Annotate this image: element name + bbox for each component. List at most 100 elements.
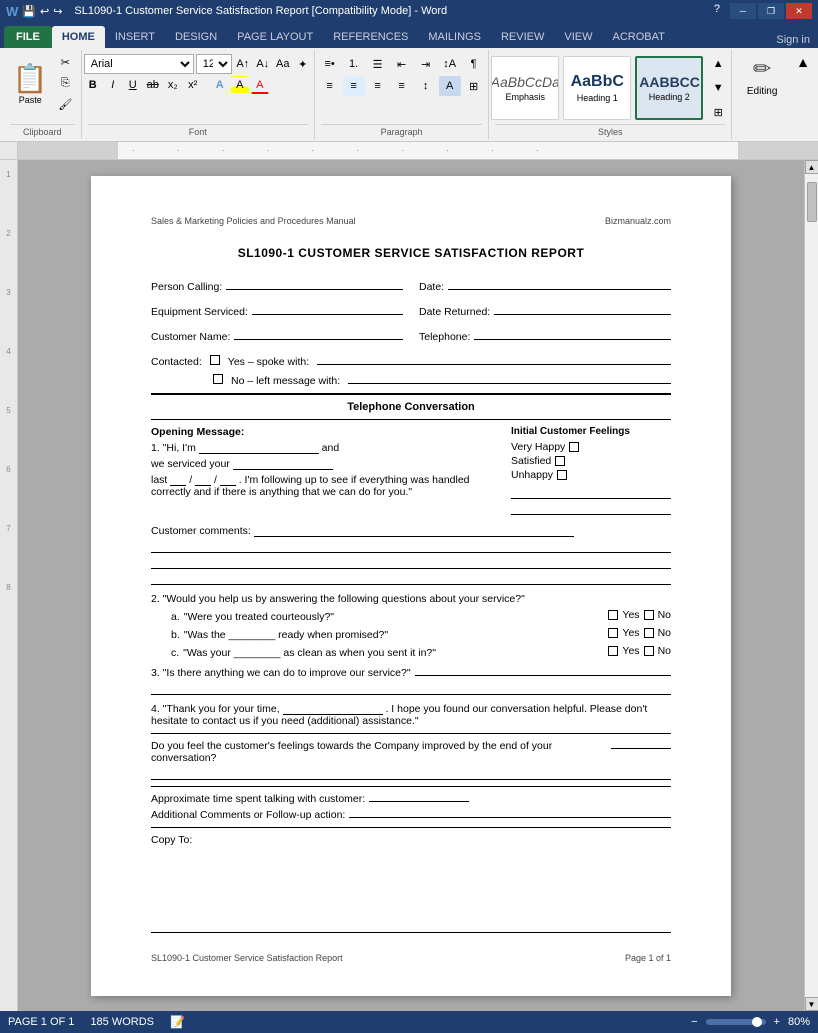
date-returned-line[interactable] [494, 301, 671, 315]
tab-mailings[interactable]: MAILINGS [418, 26, 491, 48]
zoom-out-icon[interactable]: − [691, 1016, 697, 1028]
cut-button[interactable]: ✂ [54, 52, 76, 72]
zoom-thumb[interactable] [752, 1017, 762, 1027]
strikethrough-button[interactable]: ab [144, 76, 162, 94]
style-heading2[interactable]: AABBCC Heading 2 [635, 56, 703, 120]
tab-file[interactable]: FILE [4, 26, 52, 48]
comments-line1[interactable] [254, 536, 574, 537]
no-checkbox[interactable] [213, 374, 223, 384]
tab-references[interactable]: REFERENCES [323, 26, 418, 48]
paste-button[interactable]: 📋 Paste [8, 52, 52, 114]
styles-scroll-up[interactable]: ▲ [707, 54, 729, 74]
date-line[interactable] [448, 276, 671, 290]
align-right-button[interactable]: ≡ [367, 76, 389, 96]
left-message-line[interactable] [348, 370, 671, 384]
bullets-button[interactable]: ≡• [319, 54, 341, 74]
additional-comments-line[interactable] [349, 817, 671, 818]
serviced-line[interactable] [233, 469, 333, 470]
tab-review[interactable]: REVIEW [491, 26, 554, 48]
tab-acrobat[interactable]: ACROBAT [602, 26, 674, 48]
styles-more[interactable]: ⊞ [707, 102, 729, 122]
grow-font-button[interactable]: A↑ [234, 55, 252, 73]
name-line[interactable] [199, 453, 319, 454]
sign-in-button[interactable]: Sign in [768, 32, 818, 48]
tab-home[interactable]: HOME [52, 26, 105, 48]
zoom-in-icon[interactable]: + [774, 1016, 780, 1028]
q3-line2[interactable] [151, 681, 671, 695]
quick-access-save[interactable]: 💾 [22, 5, 36, 18]
yes-checkbox[interactable] [210, 355, 220, 365]
quick-access-redo[interactable]: ↪ [53, 5, 62, 18]
very-happy-checkbox[interactable] [569, 442, 579, 452]
font-size-select[interactable]: 12 [196, 54, 232, 74]
shading-button[interactable]: A [439, 76, 461, 96]
increase-indent-button[interactable]: ⇥ [415, 54, 437, 74]
collapse-ribbon-button[interactable]: ▲ [792, 50, 814, 139]
comments-line2[interactable] [151, 539, 671, 553]
feelings-line2[interactable] [511, 501, 671, 515]
bold-button[interactable]: B [84, 76, 102, 94]
change-case-button[interactable]: Aa [274, 55, 292, 73]
sort-button[interactable]: ↕A [439, 54, 461, 74]
q-c-yes-checkbox[interactable] [608, 646, 618, 656]
q-c-no-checkbox[interactable] [644, 646, 654, 656]
page[interactable]: Sales & Marketing Policies and Procedure… [91, 176, 731, 996]
format-painter-button[interactable]: 🖌 [54, 94, 76, 114]
line-spacing-button[interactable]: ↕ [415, 76, 437, 96]
multilevel-button[interactable]: ☰ [367, 54, 389, 74]
comments-line4[interactable] [151, 571, 671, 585]
q-a-no-checkbox[interactable] [644, 610, 654, 620]
scroll-up-arrow[interactable]: ▲ [805, 160, 818, 174]
ruler-active-area[interactable]: · · · · · · · · · · [118, 142, 738, 159]
text-effects-button[interactable]: A [211, 76, 229, 94]
justify-button[interactable]: ≡ [391, 76, 413, 96]
tab-view[interactable]: VIEW [554, 26, 602, 48]
scroll-down-arrow[interactable]: ▼ [805, 997, 818, 1011]
tab-design[interactable]: DESIGN [165, 26, 227, 48]
copy-button[interactable]: ⎘ [54, 73, 76, 93]
customer-name-line[interactable] [234, 326, 403, 340]
editing-icon[interactable]: ✏ [753, 56, 771, 82]
align-center-button[interactable]: ≡ [343, 76, 365, 96]
feelings-q-line[interactable] [611, 748, 671, 749]
highlight-button[interactable]: A [231, 76, 249, 94]
font-color-button[interactable]: A [251, 76, 269, 94]
q-b-yes-checkbox[interactable] [608, 628, 618, 638]
q-b-no-checkbox[interactable] [644, 628, 654, 638]
show-marks-button[interactable]: ¶ [463, 54, 485, 74]
clear-format-button[interactable]: ✦ [294, 55, 312, 73]
italic-button[interactable]: I [104, 76, 122, 94]
telephone-line[interactable] [474, 326, 671, 340]
satisfied-checkbox[interactable] [555, 456, 565, 466]
superscript-button[interactable]: x² [184, 76, 202, 94]
borders-button[interactable]: ⊞ [463, 76, 485, 96]
subscript-button[interactable]: x₂ [164, 76, 182, 94]
align-left-button[interactable]: ≡ [319, 76, 341, 96]
quick-access-undo[interactable]: ↩ [40, 5, 49, 18]
minimize-button[interactable]: ─ [730, 3, 756, 19]
style-emphasis[interactable]: AaBbCcDa Emphasis [491, 56, 559, 120]
zoom-slider[interactable] [706, 1019, 766, 1025]
decrease-indent-button[interactable]: ⇤ [391, 54, 413, 74]
spoke-with-line[interactable] [317, 351, 671, 365]
q3-line1[interactable] [415, 675, 671, 676]
styles-scroll-down[interactable]: ▼ [707, 78, 729, 98]
numbering-button[interactable]: 1. [343, 54, 365, 74]
feelings-q-line2[interactable] [151, 766, 671, 780]
tab-insert[interactable]: INSERT [105, 26, 165, 48]
unhappy-checkbox[interactable] [557, 470, 567, 480]
font-name-select[interactable]: Arial [84, 54, 194, 74]
person-calling-line[interactable] [226, 276, 403, 290]
equipment-line[interactable] [252, 301, 403, 315]
style-heading1[interactable]: AaBbC Heading 1 [563, 56, 631, 120]
close-button[interactable]: ✕ [786, 3, 812, 19]
restore-button[interactable]: ❐ [758, 3, 784, 19]
feelings-line1[interactable] [511, 485, 671, 499]
approx-time-line[interactable] [369, 801, 469, 802]
shrink-font-button[interactable]: A↓ [254, 55, 272, 73]
underline-button[interactable]: U [124, 76, 142, 94]
q-a-yes-checkbox[interactable] [608, 610, 618, 620]
scroll-thumb[interactable] [807, 182, 817, 222]
comments-line3[interactable] [151, 555, 671, 569]
help-icon[interactable]: ? [714, 3, 720, 19]
